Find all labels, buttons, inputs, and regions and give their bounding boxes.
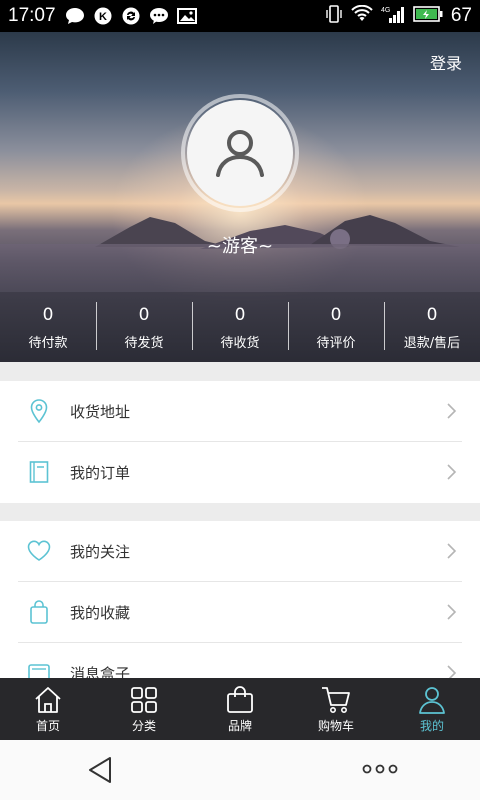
status-time: 17:07 (8, 5, 56, 26)
chevron-right-icon (447, 543, 457, 559)
stat-count: 0 (234, 304, 246, 325)
bottom-tab-bar: 首页 分类 品牌 购物车 我的 (0, 678, 480, 740)
menu-item-follows[interactable]: 我的关注 (0, 521, 480, 582)
heart-icon (27, 540, 51, 561)
stat-label: 待收货 (220, 335, 260, 351)
system-nav-bar (0, 740, 480, 800)
status-right: 4G 67 (325, 4, 472, 28)
stat-label: 退款/售后 (403, 335, 461, 351)
battery-level: 67 (450, 5, 472, 26)
order-stats: 0 待付款 0 待发货 0 待收货 0 待评价 0 退款/售后 (0, 292, 480, 362)
menu-label: 收货地址 (70, 403, 131, 421)
tab-label: 分类 (131, 718, 156, 733)
chat-bubble-icon (64, 7, 86, 25)
menu-item-message-box[interactable]: 消息盒子 (0, 643, 480, 678)
back-triangle-icon[interactable] (86, 755, 114, 785)
home-icon (35, 686, 61, 713)
cart-icon (322, 686, 350, 713)
stat-pending-receipt[interactable]: 0 待收货 (192, 292, 288, 362)
bag-icon (30, 600, 48, 624)
stat-pending-review[interactable]: 0 待评价 (288, 292, 384, 362)
tab-home[interactable]: 首页 (0, 678, 96, 740)
tab-label: 首页 (35, 718, 60, 733)
location-pin-icon (30, 399, 48, 424)
grid-icon (131, 686, 157, 713)
shopping-bag-icon (227, 685, 253, 713)
menu-group-favorites: 我的关注 我的收藏 消息盒子 (0, 521, 480, 678)
profile-header: 登录 ~游客~ 0 待付款 0 待发货 0 待收货 0 待评价 0 退款/售后 (0, 32, 480, 362)
order-book-icon (29, 461, 49, 483)
tab-brand[interactable]: 品牌 (192, 678, 288, 740)
avatar[interactable] (181, 94, 299, 212)
menu-label: 消息盒子 (70, 665, 131, 678)
stat-pending-shipment[interactable]: 0 待发货 (96, 292, 192, 362)
stat-count: 0 (330, 304, 342, 325)
stat-label: 待评价 (316, 335, 356, 351)
battery-icon (413, 6, 443, 26)
chevron-right-icon (447, 604, 457, 620)
stat-count: 0 (138, 304, 150, 325)
menu-label: 我的收藏 (70, 604, 131, 622)
chevron-right-icon (447, 403, 457, 419)
stat-refund-aftersale[interactable]: 0 退款/售后 (384, 292, 480, 362)
stat-count: 0 (42, 304, 54, 325)
message-icon (148, 7, 170, 25)
tab-cart[interactable]: 购物车 (288, 678, 384, 740)
stat-label: 待发货 (124, 335, 164, 351)
avatar-inner (187, 100, 293, 206)
username: ~游客~ (206, 236, 274, 257)
default-user-icon (216, 130, 264, 177)
chevron-right-icon (447, 464, 457, 480)
user-icon (419, 686, 445, 714)
tab-category[interactable]: 分类 (96, 678, 192, 740)
tab-mine[interactable]: 我的 (384, 678, 480, 740)
menu-item-orders[interactable]: 我的订单 (0, 442, 480, 503)
message-box-icon (28, 664, 50, 678)
status-bar: 17:07 K 4G 67 (0, 0, 480, 32)
menu-item-address[interactable]: 收货地址 (0, 381, 480, 442)
tab-label: 品牌 (227, 718, 252, 733)
wifi-icon (351, 4, 373, 27)
more-dots-icon[interactable] (362, 762, 398, 776)
menu-label: 我的关注 (70, 543, 131, 561)
cell-signal-icon: 4G (381, 5, 405, 27)
svg-text:K: K (99, 11, 107, 23)
chevron-right-icon (447, 665, 457, 678)
image-icon (176, 7, 198, 25)
menu-label: 我的订单 (70, 464, 131, 482)
vibrate-icon (325, 4, 343, 28)
login-link[interactable]: 登录 (430, 50, 462, 74)
stat-label: 待付款 (28, 335, 68, 351)
stat-pending-payment[interactable]: 0 待付款 (0, 292, 96, 362)
network-type-label: 4G (381, 7, 390, 14)
app-screen: 17:07 K 4G 67 登录 ~游客~ 0 待付款 0 待发货 0 待收货 … (0, 0, 480, 800)
menu-group-orders: 收货地址 我的订单 (0, 381, 480, 503)
tab-label: 购物车 (317, 718, 354, 733)
tab-label: 我的 (419, 718, 444, 733)
sync-icon (120, 7, 142, 25)
stat-count: 0 (426, 304, 438, 325)
k-circle-icon: K (92, 7, 114, 25)
menu-item-favorites[interactable]: 我的收藏 (0, 582, 480, 643)
